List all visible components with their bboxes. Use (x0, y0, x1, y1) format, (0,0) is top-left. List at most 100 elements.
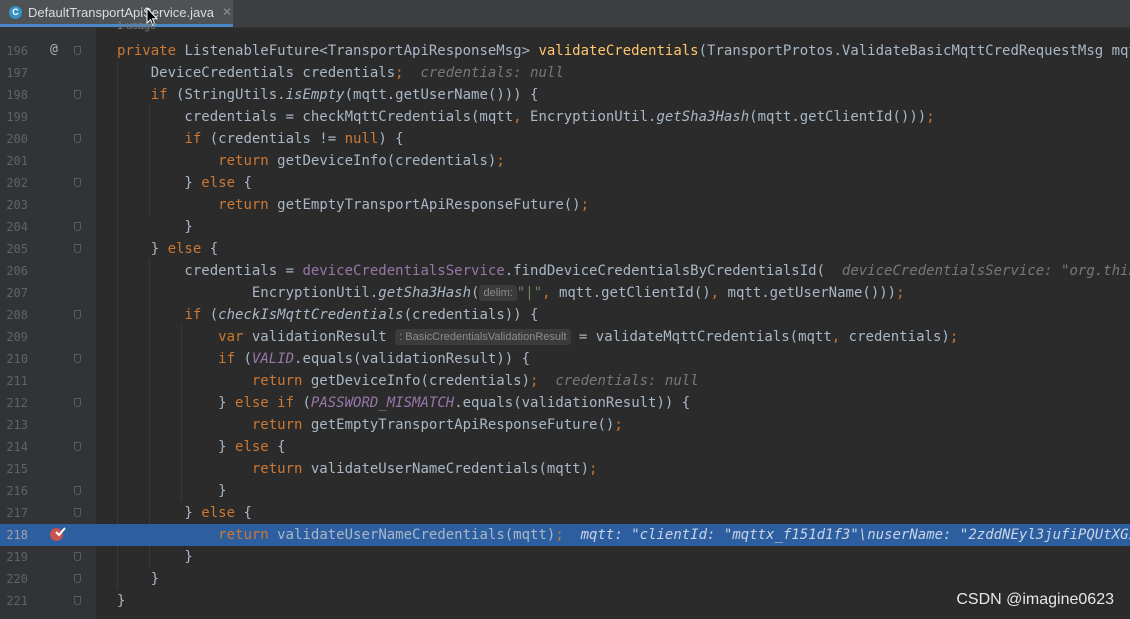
code-line[interactable]: 199 credentials = checkMqttCredentials(m… (0, 106, 1130, 128)
line-number: 210 (6, 352, 28, 366)
tab-title: DefaultTransportApiService.java (28, 4, 214, 20)
code-line[interactable]: 209 var validationResult : BasicCredenti… (0, 326, 1130, 348)
code-text: return getDeviceInfo(credentials); crede… (251, 373, 699, 389)
line-number: 219 (6, 550, 28, 564)
code-text: if (VALID.equals(validationResult)) { (218, 351, 531, 367)
code-line[interactable]: 206 credentials = deviceCredentialsServi… (0, 260, 1130, 282)
line-number: 213 (6, 418, 28, 432)
code-text: } else { (117, 439, 286, 455)
line-number: 211 (6, 374, 28, 388)
line-number: 214 (6, 440, 28, 454)
code-text: credentials = checkMqttCredentials(mqtt,… (117, 109, 935, 125)
fold-icon[interactable] (74, 552, 81, 561)
code-line[interactable]: 210 if (VALID.equals(validationResult)) … (0, 348, 1130, 370)
line-number: 207 (6, 286, 28, 300)
fold-icon[interactable] (74, 46, 81, 55)
fold-icon[interactable] (74, 596, 81, 605)
code-text: } else { (117, 505, 252, 521)
editor-tab-bar: C DefaultTransportApiService.java ✕ (0, 0, 1130, 28)
fold-icon[interactable] (74, 508, 81, 517)
line-number: 197 (6, 66, 28, 80)
code-line[interactable]: 202 } else { (0, 172, 1130, 194)
code-text: return getEmptyTransportApiResponseFutur… (251, 417, 623, 433)
checkmark-icon (55, 527, 66, 537)
debug-value-hint: credentials: null (555, 373, 699, 389)
code-text: } (117, 593, 126, 609)
line-number: 202 (6, 176, 28, 190)
code-line[interactable]: 198 if (StringUtils.isEmpty(mqtt.getUser… (0, 84, 1130, 106)
debug-value-hint: credentials: null (420, 65, 564, 81)
code-text: } (117, 571, 160, 587)
code-line[interactable]: 207 EncryptionUtil.getSha3Hash(delim: "|"… (0, 282, 1130, 304)
code-text: EncryptionUtil.getSha3Hash(delim: "|", mq… (117, 285, 905, 301)
current-execution-line[interactable]: 218 return validateUserNameCredentials(m… (0, 524, 1130, 546)
code-text: var validationResult : BasicCredentialsV… (218, 329, 959, 345)
fold-icon[interactable] (74, 486, 81, 495)
type-hint: : BasicCredentialsValidationResult (395, 329, 571, 345)
code-text: return validateUserNameCredentials(mqtt)… (251, 461, 598, 477)
code-line[interactable]: 200 if (credentials != null) { (0, 128, 1130, 150)
debug-value-hint: deviceCredentialsService: "org.thingsboa (841, 263, 1130, 279)
code-line[interactable]: 204 } (0, 216, 1130, 238)
code-line[interactable]: 203 return getEmptyTransportApiResponseF… (0, 194, 1130, 216)
code-text: } else if (PASSWORD_MISMATCH.equals(vali… (117, 395, 691, 411)
code-text: } else { (117, 175, 252, 191)
parameter-hint: delim: (479, 285, 517, 301)
line-number: 221 (6, 594, 28, 608)
line-number: 204 (6, 220, 28, 234)
code-line[interactable]: 212 } else if (PASSWORD_MISMATCH.equals(… (0, 392, 1130, 414)
line-number: 205 (6, 242, 28, 256)
code-text: if (StringUtils.isEmpty(mqtt.getUserName… (150, 87, 539, 103)
fold-icon[interactable] (74, 398, 81, 407)
code-line[interactable]: 217 } else { (0, 502, 1130, 524)
code-text: } (117, 483, 227, 499)
usage-hint[interactable]: 1 usage (117, 20, 156, 32)
line-number: 198 (6, 88, 28, 102)
fold-icon[interactable] (74, 310, 81, 319)
code-line[interactable]: 201 return getDeviceInfo(credentials); (0, 150, 1130, 172)
fold-icon[interactable] (74, 442, 81, 451)
fold-icon[interactable] (74, 222, 81, 231)
line-number: 196 (6, 44, 28, 58)
fold-icon[interactable] (74, 354, 81, 363)
code-line[interactable]: 219 } (0, 546, 1130, 568)
code-text: return getEmptyTransportApiResponseFutur… (218, 197, 590, 213)
code-line[interactable]: 196 @ private ListenableFuture<Transport… (0, 40, 1130, 62)
fold-icon[interactable] (74, 134, 81, 143)
fold-icon[interactable] (74, 574, 81, 583)
line-number: 206 (6, 264, 28, 278)
code-line[interactable]: 215 return validateUserNameCredentials(m… (0, 458, 1130, 480)
code-line[interactable]: 213 return getEmptyTransportApiResponseF… (0, 414, 1130, 436)
code-text: credentials = deviceCredentialsService.f… (117, 260, 1130, 282)
code-text: return validateUserNameCredentials(mqtt)… (117, 524, 1130, 546)
code-line[interactable]: 214 } else { (0, 436, 1130, 458)
line-number: 215 (6, 462, 28, 476)
line-number: 199 (6, 110, 28, 124)
fold-icon[interactable] (74, 90, 81, 99)
fold-icon[interactable] (74, 178, 81, 187)
fold-icon[interactable] (74, 244, 81, 253)
line-number: 208 (6, 308, 28, 322)
code-text: if (checkIsMqttCredentials(credentials))… (184, 307, 539, 323)
code-line[interactable]: 211 return getDeviceInfo(credentials); c… (0, 370, 1130, 392)
code-text: DeviceCredentials credentials; credentia… (117, 65, 564, 81)
code-text: if (credentials != null) { (184, 131, 404, 147)
override-icon[interactable]: @ (50, 42, 58, 57)
line-number: 209 (6, 330, 28, 344)
code-text: } else { (117, 241, 219, 257)
java-class-icon: C (9, 5, 22, 19)
watermark: CSDN @imagine0623 (956, 591, 1114, 608)
code-text: } (117, 219, 193, 235)
line-number: 218 (6, 528, 28, 542)
code-line[interactable]: 208 if (checkIsMqttCredentials(credentia… (0, 304, 1130, 326)
line-number: 203 (6, 198, 28, 212)
line-number: 200 (6, 132, 28, 146)
line-number: 217 (6, 506, 28, 520)
code-line[interactable]: 220 } (0, 568, 1130, 590)
debug-value-hint: mqtt: "clientId: "mqttx_f151d1f3"\nuserN… (580, 527, 1130, 543)
code-line[interactable]: 216 } (0, 480, 1130, 502)
code-line[interactable]: 205 } else { (0, 238, 1130, 260)
line-number: 216 (6, 484, 28, 498)
code-line[interactable]: 197 DeviceCredentials credentials; crede… (0, 62, 1130, 84)
close-icon[interactable]: ✕ (222, 5, 232, 19)
